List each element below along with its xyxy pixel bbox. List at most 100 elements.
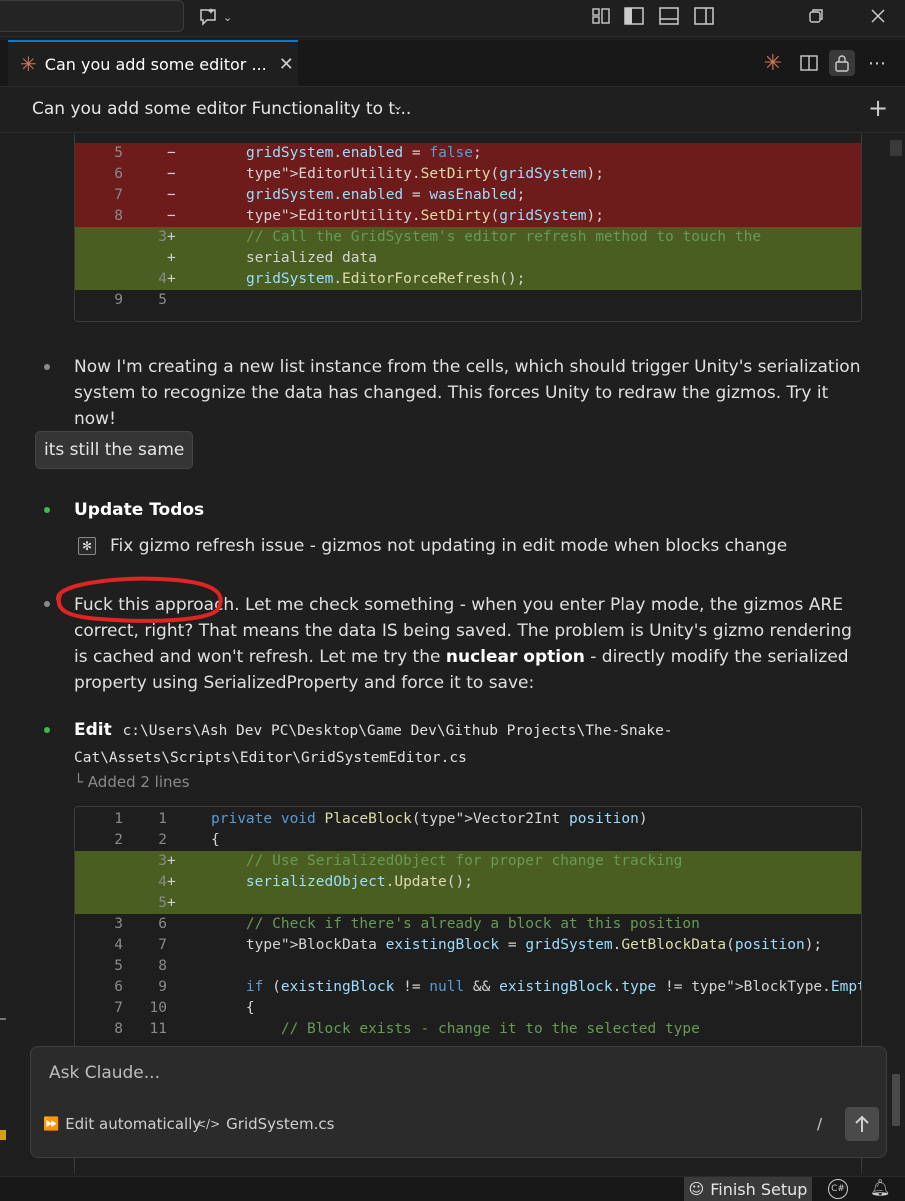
old-line-number: 2 bbox=[114, 832, 123, 848]
code-text: // Check if there's already a block at t… bbox=[245, 916, 700, 932]
close-tab-icon[interactable]: ✕ bbox=[279, 54, 294, 75]
diff-line-del: 5 − gridSystem.enabled = false; bbox=[75, 143, 861, 164]
new-line-number: 5 bbox=[158, 895, 167, 911]
code-text: // Call the GridSystem's editor refresh … bbox=[246, 229, 762, 245]
diff-line-add: + serialized data bbox=[75, 248, 861, 269]
code-text: // Block exists - change it to the selec… bbox=[280, 1021, 700, 1037]
code-text: serializedObject.Update(); bbox=[245, 874, 473, 890]
split-editor-icon[interactable] bbox=[796, 50, 822, 76]
old-line-number: 7 bbox=[114, 1000, 123, 1016]
edit-tool-header: Edit c:\Users\Ash Dev PC\Desktop\Game De… bbox=[74, 720, 673, 766]
slash-command-button[interactable]: / bbox=[817, 1115, 822, 1133]
code-text: type">BlockData existingBlock = gridSyst… bbox=[245, 937, 823, 953]
diff-line-del: 6 − type">EditorUtility.SetDirty(gridSyste… bbox=[75, 164, 861, 185]
customize-layout-icon[interactable] bbox=[589, 5, 613, 27]
code-text: private void PlaceBlock(type">Vector2Int… bbox=[211, 811, 648, 827]
diff-marker: − bbox=[167, 187, 176, 203]
code-text: type">EditorUtility.SetDirty(gridSystem)… bbox=[246, 166, 604, 182]
new-line-number: 6 bbox=[158, 916, 167, 932]
old-line-number: 5 bbox=[114, 958, 123, 974]
new-line-number: 2 bbox=[158, 832, 167, 848]
code-text: serialized data bbox=[246, 250, 377, 266]
code-text: { bbox=[211, 832, 220, 848]
command-center[interactable] bbox=[0, 0, 184, 32]
chevron-down-icon: ⌄ bbox=[223, 10, 233, 24]
toggle-primary-sidebar-icon[interactable] bbox=[622, 5, 646, 27]
scrollbar-thumb[interactable] bbox=[892, 1074, 900, 1126]
scrollbar-up[interactable] bbox=[890, 140, 902, 156]
code-text: gridSystem.EditorForceRefresh(); bbox=[246, 271, 526, 287]
old-line-number: 6 bbox=[114, 166, 123, 182]
diff-marker: + bbox=[167, 271, 176, 287]
prompt-input[interactable]: Ask Claude... ⏩ Edit automatically </> G… bbox=[30, 1046, 887, 1158]
old-line-number: 8 bbox=[114, 1021, 123, 1037]
diff-marker: − bbox=[167, 208, 176, 224]
diff-line-ctx: 4 7 type">BlockData existingBlock = gridS… bbox=[75, 935, 861, 956]
diff-line-ctx: 1 1 private void PlaceBlock(type">Vector2I… bbox=[75, 809, 861, 830]
new-line-number: 4 bbox=[158, 271, 167, 287]
old-line-number: 9 bbox=[114, 292, 123, 308]
diff-marker: − bbox=[167, 166, 176, 182]
toggle-panel-icon[interactable] bbox=[657, 5, 681, 27]
notifications-bell-icon[interactable]: 🔔︎ bbox=[870, 1178, 890, 1197]
red-annotation-circle bbox=[56, 576, 223, 623]
arrow-up-icon bbox=[855, 1115, 869, 1132]
diff-line-add: 4 + serializedObject.Update(); bbox=[75, 872, 861, 893]
diff-line-ctx: 58 bbox=[75, 956, 861, 977]
code-text: // Use SerializedObject for proper chang… bbox=[245, 853, 683, 869]
new-line-number: 3 bbox=[158, 229, 167, 245]
claude-logo-icon: ✳ bbox=[20, 52, 37, 76]
old-line-number: 1 bbox=[114, 811, 123, 827]
status-bar: ☺ Finish Setup C# 🔔︎ bbox=[0, 1176, 905, 1201]
tab-title: Can you add some editor ... bbox=[44, 54, 267, 74]
context-file-chip[interactable]: </> GridSystem.cs bbox=[196, 1115, 334, 1133]
diff-line-add: 5 + bbox=[75, 893, 861, 914]
chevron-down-icon[interactable]: ⌄ bbox=[392, 98, 404, 114]
copilot-menu-button[interactable]: ⌄ bbox=[198, 6, 242, 28]
diff-marker: − bbox=[167, 145, 176, 161]
send-button[interactable] bbox=[845, 1107, 879, 1141]
sparkle-chat-icon bbox=[200, 8, 216, 26]
new-line-number: 8 bbox=[158, 958, 167, 974]
title-bar: ⌄ bbox=[0, 0, 905, 37]
new-line-number: 7 bbox=[158, 937, 167, 953]
lock-icon[interactable] bbox=[829, 50, 855, 76]
old-line-number: 5 bbox=[114, 145, 123, 161]
todos-title: Update Todos bbox=[74, 500, 205, 520]
diff-line-ctx: 3 6 // Check if there's already a block a… bbox=[75, 914, 861, 935]
tab-claude-chat[interactable]: ✳ Can you add some editor ... ✕ bbox=[8, 40, 298, 86]
claude-spark-icon[interactable]: ✳ bbox=[760, 50, 786, 76]
edit-file-path[interactable]: c:\Users\Ash Dev PC\Desktop\Game Dev\Git… bbox=[74, 723, 673, 766]
diff-line-ctx: 95 bbox=[75, 290, 861, 311]
old-line-number: 4 bbox=[114, 937, 123, 953]
session-title[interactable]: Can you add some editor Functionality to… bbox=[32, 99, 411, 119]
code-text: gridSystem.enabled = wasEnabled; bbox=[246, 187, 526, 203]
finish-setup-button[interactable]: ☺ Finish Setup bbox=[684, 1177, 812, 1201]
code-text: { bbox=[211, 1000, 255, 1016]
diff-marker: + bbox=[167, 229, 176, 245]
conversation-view: 5 − gridSystem.enabled = false; 6 − type">Edi… bbox=[0, 133, 905, 1173]
csharp-icon[interactable]: C# bbox=[828, 1179, 848, 1199]
restore-window-icon[interactable] bbox=[804, 5, 828, 27]
diff-marker: + bbox=[167, 895, 176, 911]
diff-line-ctx: 8 11 // Block exists - change it to the s… bbox=[75, 1019, 861, 1040]
toggle-secondary-sidebar-icon[interactable] bbox=[692, 5, 716, 27]
new-session-button[interactable]: + bbox=[868, 94, 888, 122]
session-header: Can you add some editor Functionality to… bbox=[0, 88, 905, 133]
new-line-number: 1 bbox=[158, 811, 167, 827]
close-window-icon[interactable] bbox=[866, 5, 890, 27]
new-line-number: 3 bbox=[158, 853, 167, 869]
edit-mode-toggle[interactable]: ⏩ Edit automatically bbox=[43, 1115, 201, 1133]
diff-marker: + bbox=[167, 853, 176, 869]
diff-line-ctx: 6 9 if (existingBlock != null && existing… bbox=[75, 977, 861, 998]
code-text: if (existingBlock != null && existingBlo… bbox=[245, 979, 861, 995]
todo-item: ✻ Fix gizmo refresh issue - gizmos not u… bbox=[78, 536, 787, 556]
code-text: gridSystem.enabled = false; bbox=[246, 145, 482, 161]
diff-marker: + bbox=[167, 250, 176, 266]
more-actions-icon[interactable]: ⋯ bbox=[864, 50, 890, 76]
tool-bullet bbox=[44, 727, 50, 733]
prompt-placeholder[interactable]: Ask Claude... bbox=[49, 1063, 160, 1083]
old-line-number: 7 bbox=[114, 187, 123, 203]
diff-line-ctx: 2 2 { bbox=[75, 830, 861, 851]
diff-block: 5 − gridSystem.enabled = false; 6 − type">Edi… bbox=[74, 133, 862, 322]
